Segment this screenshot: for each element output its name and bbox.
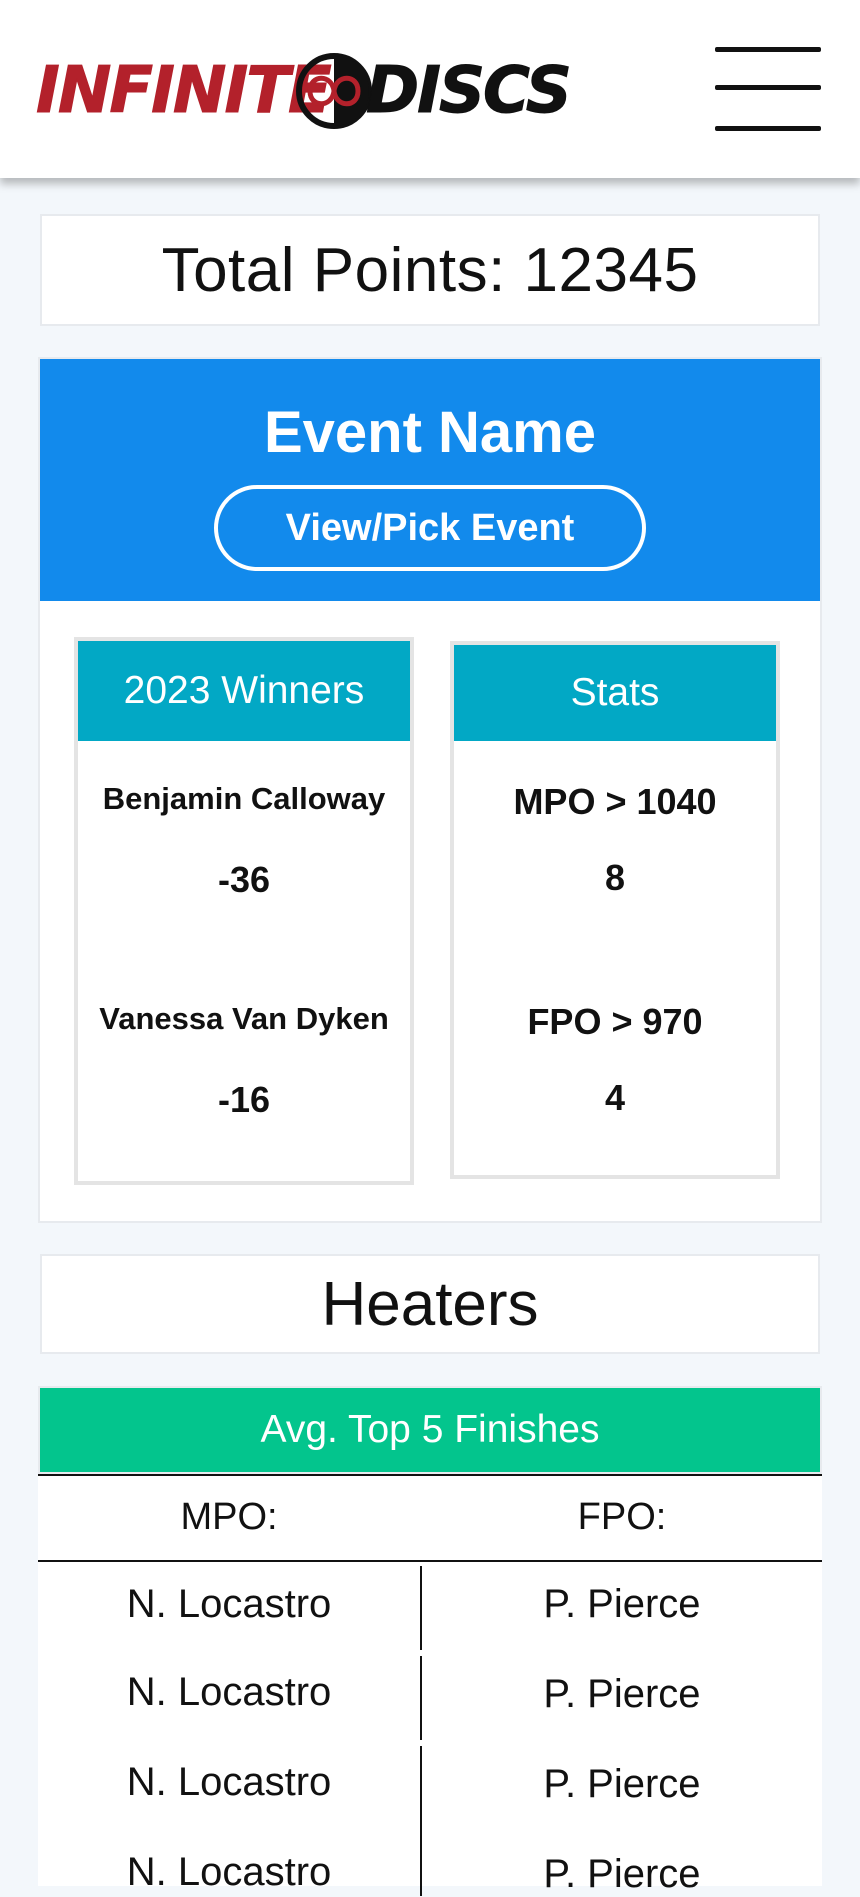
view-pick-event-button[interactable]: View/Pick Event [214,485,646,571]
logo-text-infinite: INFINITE [36,54,333,128]
top5-table-title: Avg. Top 5 Finishes [38,1386,822,1474]
event-card: Event Name View/Pick Event 2023 Winners … [38,357,822,1223]
mpo-player: N. Locastro [126,1582,332,1626]
fpo-player: P. Pierce [543,1762,701,1806]
mpo-player: N. Locastro [126,1670,332,1714]
stat-label: MPO > 1040 [513,781,717,822]
total-points-label: Total Points: 12345 [161,235,699,305]
logo-text-discs: DISCS [366,54,573,128]
event-name: Event Name [263,400,597,465]
mpo-player: N. Locastro [126,1850,332,1894]
divider [38,1560,822,1562]
fpo-player: P. Pierce [543,1672,701,1716]
infinite-discs-logo[interactable]: INFINITE DISCS [36,50,572,130]
stat-value: 8 [604,857,626,898]
infinity-disc-icon [296,53,372,129]
stats-title: Stats [454,645,776,741]
winners-title: 2023 Winners [78,641,410,741]
event-header: Event Name View/Pick Event [40,359,820,601]
menu-bar [715,85,821,90]
fpo-player: P. Pierce [543,1852,701,1896]
heaters-card: Heaters [40,1254,820,1354]
hamburger-menu-icon[interactable] [715,44,823,134]
stat-label: FPO > 970 [527,1001,703,1042]
winners-box: 2023 Winners Benjamin Calloway -36 Vanes… [74,637,414,1185]
menu-bar [715,126,821,131]
fpo-player: P. Pierce [543,1582,701,1626]
heaters-title: Heaters [321,1269,539,1339]
stats-box: Stats MPO > 1040 8 FPO > 970 4 [450,641,780,1179]
divider [38,1474,822,1476]
fpo-column-header: FPO: [577,1496,667,1538]
mpo-player: N. Locastro [126,1760,332,1804]
site-header: INFINITE DISCS [0,0,860,178]
winner-name: Benjamin Calloway [102,781,386,816]
menu-bar [715,47,821,52]
stat-value: 4 [604,1077,626,1118]
winner-score: -16 [217,1079,271,1120]
top5-finishes-table: Avg. Top 5 Finishes MPO: FPO: N. Locastr… [38,1386,822,1896]
mpo-column-header: MPO: [180,1496,278,1538]
winner-name: Vanessa Van Dyken [99,1001,389,1036]
total-points-card: Total Points: 12345 [40,214,820,326]
winner-score: -36 [217,859,271,900]
